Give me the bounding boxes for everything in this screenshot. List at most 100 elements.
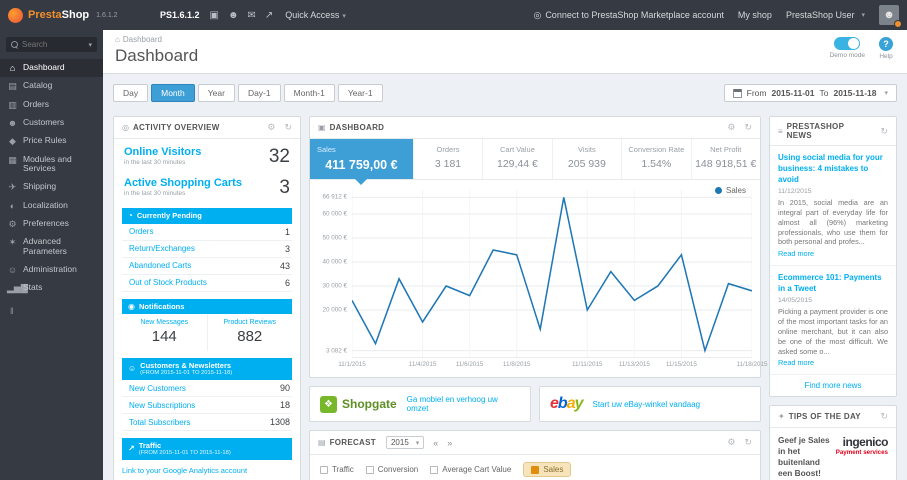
caret-down-icon: ▾	[415, 439, 420, 447]
new-subscriptions-row[interactable]: New Subscriptions 18	[122, 397, 292, 415]
sales-chart: Sales 66 912 €60 000 €50 000 €40 000 €30…	[310, 180, 767, 377]
sidebar-item-preferences[interactable]: ⚙ Preferences	[0, 215, 103, 233]
kpi-net-profit[interactable]: Net Profit 148 918,51 €	[692, 139, 760, 179]
chart-x-labels: 11/1/2015 11/4/2015 11/6/2015 11/8/2015 11/1…	[338, 361, 767, 373]
sidebar-item-stats[interactable]: ▂▅▇ Stats	[0, 279, 103, 297]
day-minus-1-button[interactable]: Day-1	[237, 84, 281, 102]
marketplace-link[interactable]: ◎ Connect to PrestaShop Marketplace accou…	[533, 10, 723, 21]
year-button[interactable]: Year	[197, 84, 235, 102]
forecast-legend-conversion[interactable]: Conversion	[365, 465, 418, 474]
search-input[interactable]	[22, 40, 82, 49]
kpi-conversion-rate[interactable]: Conversion Rate 1.54%	[622, 139, 692, 179]
sidebar-item-modules[interactable]: ▦ Modules and Services	[0, 151, 103, 179]
caret-down-icon: ▾	[884, 90, 888, 97]
forecast-legend-average-cart-value[interactable]: Average Cart Value	[430, 465, 511, 474]
date-range-picker[interactable]: From 2015-11-01 To 2015-11-18 ▾	[723, 84, 897, 102]
shop-name[interactable]: PS1.6.1.2	[160, 10, 200, 20]
shopgate-promo-link[interactable]: Ga mobiel en verhoog uw omzet	[407, 395, 520, 413]
demo-mode-toggle[interactable]	[834, 37, 861, 50]
x-axis-tick-label: 11/18/2015	[736, 361, 768, 368]
sidebar-item-shipping[interactable]: ✈ Shipping	[0, 178, 103, 196]
new-messages-cell[interactable]: New Messages 144	[122, 314, 207, 351]
help-icon[interactable]: ?	[879, 37, 893, 51]
activity-panel-header: ◎ ACTIVITY OVERVIEW ⚙ ↻	[114, 117, 300, 139]
traffic-header: ↗ Traffic (FROM 2015-11-01 TO 2015-11-18)	[122, 438, 292, 461]
month-minus-1-button[interactable]: Month-1	[283, 84, 335, 102]
my-shop-link[interactable]: My shop	[738, 10, 772, 20]
new-customers-row[interactable]: New Customers 90	[122, 380, 292, 398]
user-menu[interactable]: PrestaShop User ▾	[786, 10, 865, 20]
ebay-promo-link[interactable]: Start uw eBay-winkel vandaag	[593, 400, 701, 409]
sidebar-collapse-toggle[interactable]: ‖	[0, 298, 103, 324]
date-from: 2015-11-01	[771, 88, 815, 98]
gear-icon[interactable]: ⚙	[267, 122, 275, 133]
forecast-legend-traffic[interactable]: Traffic	[320, 465, 354, 474]
x-axis-tick-label: 11/4/2015	[408, 361, 437, 368]
cart-icon[interactable]: ▣	[210, 10, 219, 21]
topbar-right: ◎ Connect to PrestaShop Marketplace accou…	[533, 5, 902, 28]
messages-icon[interactable]: ✉	[248, 10, 256, 21]
date-toolbar: Day Month Year Day-1 Month-1 Year-1 From…	[113, 84, 897, 102]
kpi-orders[interactable]: Orders 3 181	[414, 139, 484, 179]
total-subscribers-row[interactable]: Total Subscribers 1308	[122, 414, 292, 432]
previous-year-icon[interactable]: «	[433, 438, 438, 448]
kpi-visits[interactable]: Visits 205 939	[553, 139, 623, 179]
tips-body: Geef je Sales in het buitenland een Boos…	[770, 428, 896, 480]
out-of-stock-row[interactable]: Out of Stock Products 6	[122, 275, 292, 292]
year-minus-1-button[interactable]: Year-1	[337, 84, 383, 102]
abandoned-carts-row[interactable]: Abandoned Carts 43	[122, 258, 292, 275]
notifications-columns: New Messages 144 Product Reviews 882	[122, 314, 293, 352]
product-reviews-cell[interactable]: Product Reviews 882	[206, 314, 293, 352]
y-axis-tick-label: 20 000 €	[322, 306, 347, 314]
gear-icon[interactable]: ⚙	[727, 122, 735, 133]
month-button[interactable]: Month	[151, 84, 195, 102]
refresh-icon[interactable]: ↻	[284, 122, 292, 133]
kpi-sales[interactable]: Sales 411 759,00 €	[310, 139, 414, 185]
refresh-icon[interactable]: ↻	[744, 122, 752, 133]
sales-chart-svg	[352, 190, 752, 358]
news-item-title[interactable]: Using social media for your business: 4 …	[778, 153, 883, 184]
next-year-icon[interactable]: »	[447, 438, 452, 448]
pending-orders-row[interactable]: Orders 1	[122, 224, 292, 241]
forecast-legend-sales[interactable]: Sales	[523, 462, 572, 477]
sidebar-item-localization[interactable]: ◐ Localization	[0, 197, 103, 215]
refresh-icon[interactable]: ↻	[880, 411, 888, 422]
sidebar-item-price-rules[interactable]: ◆ Price Rules	[0, 132, 103, 150]
day-button[interactable]: Day	[113, 84, 149, 102]
find-more-news-link[interactable]: Find more news	[770, 375, 896, 396]
pending-returns-row[interactable]: Return/Exchanges 3	[122, 241, 292, 258]
sidebar-item-administration[interactable]: ☺ Administration	[0, 261, 103, 279]
caret-down-icon[interactable]: ▾	[88, 41, 92, 49]
news-item-title[interactable]: Ecommerce 101: Payments in a Tweet	[778, 273, 882, 293]
sidebar: ▾ ⌂Dashboard ▤Catalog ▥Orders ☻Customers…	[0, 30, 103, 480]
online-visitors-value: 32	[268, 146, 290, 167]
sidebar-item-advanced-parameters[interactable]: ✶ Advanced Parameters	[0, 233, 103, 261]
read-more-link[interactable]: Read more	[778, 249, 814, 258]
topbar: PrestaShop 1.6.1.2 PS1.6.1.2 ▣ ☻ ✉ ↗ Qui…	[0, 0, 907, 30]
sidebar-item-catalog[interactable]: ▤ Catalog	[0, 77, 103, 95]
user-avatar[interactable]: ☻	[879, 5, 902, 28]
sidebar-item-dashboard[interactable]: ⌂ Dashboard	[0, 59, 103, 78]
news-panel-header: ≡ PRESTASHOP NEWS ↻	[770, 117, 896, 146]
sidebar-item-customers[interactable]: ☻ Customers	[0, 114, 103, 132]
tips-headline: Geef je Sales in het buitenland een Boos…	[778, 435, 830, 478]
read-more-link[interactable]: Read more	[778, 358, 814, 367]
y-axis-tick-label: 30 000 €	[322, 282, 347, 290]
google-analytics-link[interactable]: Link to your Google Analytics account	[122, 466, 292, 475]
dashboard-columns: ◎ ACTIVITY OVERVIEW ⚙ ↻ Online Visitors i…	[113, 116, 897, 480]
sidebar-item-orders[interactable]: ▥ Orders	[0, 96, 103, 114]
content: Day Month Year Day-1 Month-1 Year-1 From…	[103, 74, 907, 480]
user-icon[interactable]: ☻	[228, 10, 239, 21]
refresh-icon[interactable]: ↻	[880, 126, 888, 137]
rocket-icon[interactable]: ↗	[265, 10, 273, 21]
refresh-icon[interactable]: ↻	[744, 437, 752, 448]
gear-icon[interactable]: ⚙	[727, 437, 735, 448]
quick-access-dropdown[interactable]: Quick Access ▾	[285, 10, 346, 20]
x-axis-tick-label: 11/8/2015	[502, 361, 531, 368]
home-icon: ⌂	[9, 63, 16, 73]
kpi-cart-value[interactable]: Cart Value 129,44 €	[483, 139, 553, 179]
prestashop-logo[interactable]: PrestaShop 1.6.1.2	[8, 7, 158, 23]
clock-icon: ◔	[128, 211, 133, 220]
activity-overview-panel: ◎ ACTIVITY OVERVIEW ⚙ ↻ Online Visitors i…	[113, 116, 301, 480]
forecast-year-select[interactable]: 2015 ▾	[385, 436, 425, 449]
